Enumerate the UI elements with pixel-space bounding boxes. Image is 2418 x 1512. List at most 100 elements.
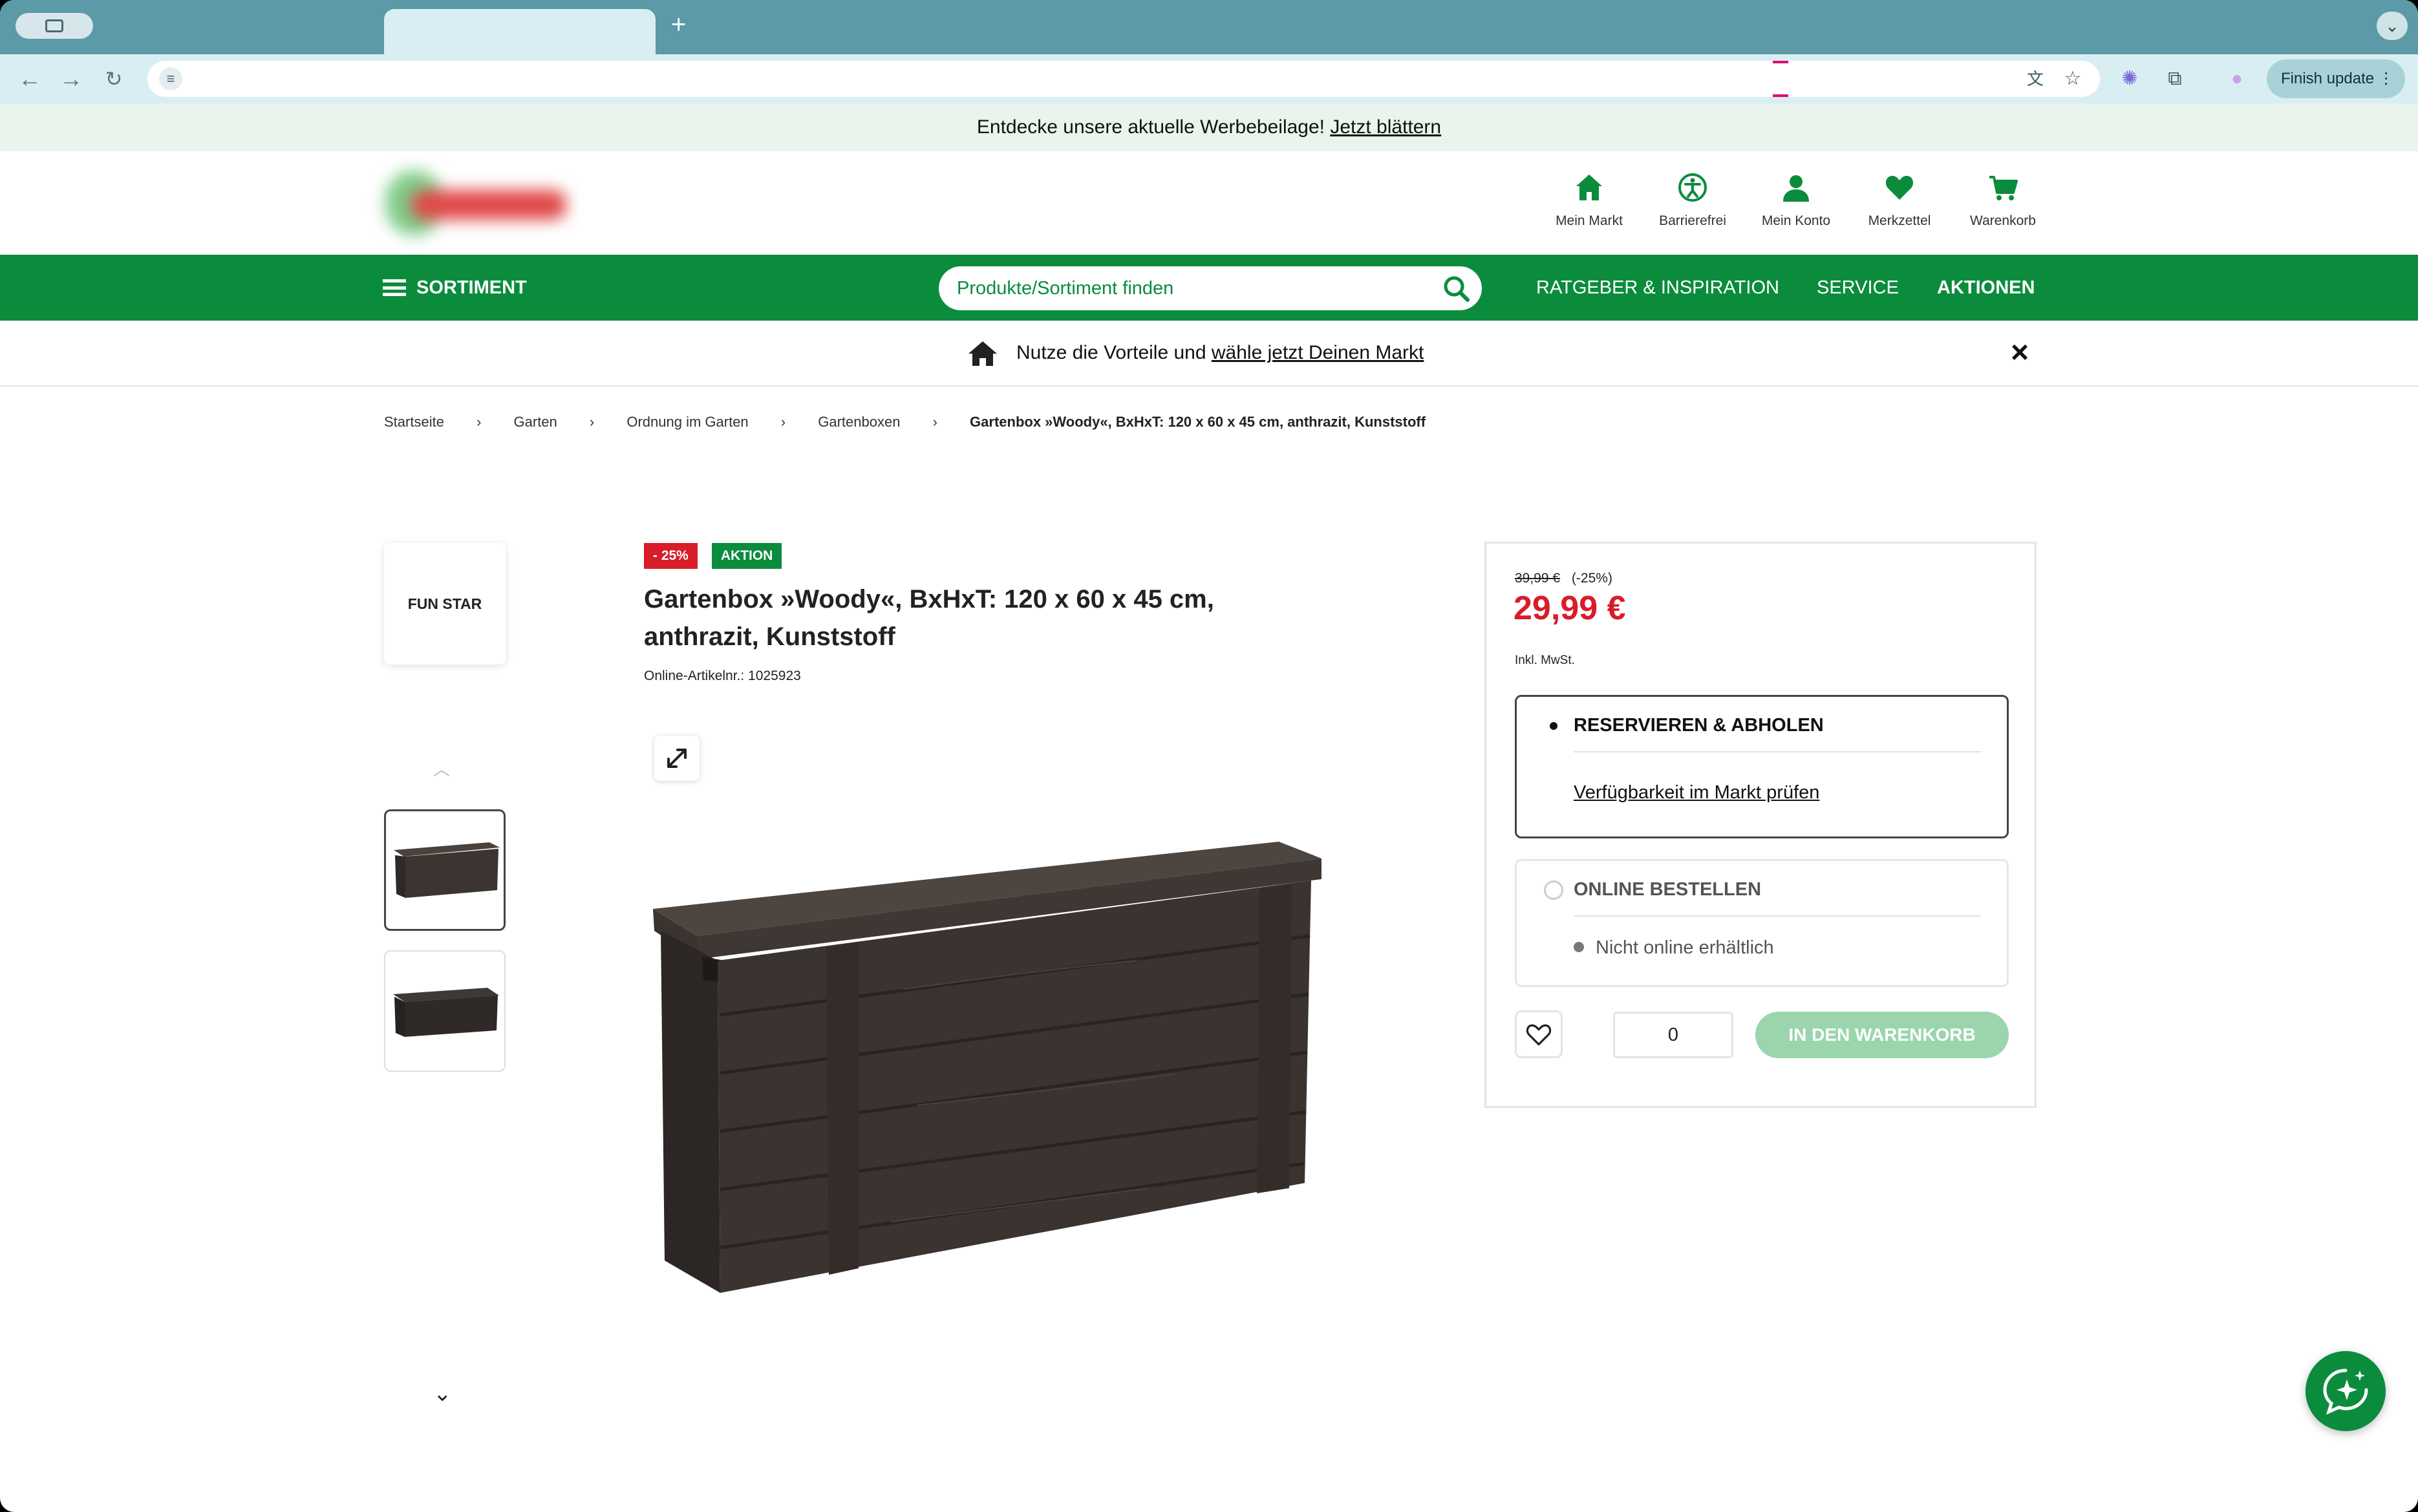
extensions-puzzle-icon[interactable]: ⧉ <box>2159 63 2190 94</box>
browser-toolbar: ← → ↻ ≡ 文 ☆ ✺ ⧉ ● Finish update ⋮ <box>0 54 2418 103</box>
header-label: Barrierefrei <box>1659 213 1726 228</box>
tab-search-button[interactable] <box>16 13 93 39</box>
thumbnail-1[interactable] <box>384 809 506 931</box>
hamburger-icon <box>383 279 406 296</box>
vat-note: Inkl. MwSt. <box>1515 654 1575 667</box>
home-icon <box>968 341 997 366</box>
check-availability-link[interactable]: Verfügbarkeit im Markt prüfen <box>1574 782 1819 804</box>
header-label: Mein Markt <box>1556 213 1623 228</box>
header-label: Merkzettel <box>1868 213 1931 228</box>
choose-market-link[interactable]: wähle jetzt Deinen Markt <box>1212 342 1424 363</box>
discount-badge: - 25% <box>644 543 698 569</box>
browser-window: + ⌄ ← → ↻ ≡ 文 ☆ ✺ ⧉ ● Finish update ⋮ En… <box>0 0 2418 1512</box>
finish-update-button[interactable]: Finish update ⋮ <box>2267 59 2405 98</box>
search-box <box>939 266 1482 310</box>
buy-box: 39,99 € (-25%) 29,99 € Inkl. MwSt. RESER… <box>1484 542 2037 1108</box>
online-status-text: Nicht online erhältlich <box>1596 937 1774 958</box>
breadcrumb-item[interactable]: Startseite <box>384 414 444 431</box>
market-selection-bar: Nutze die Vorteile und wähle jetzt Deine… <box>0 321 2418 387</box>
market-hint: Nutze die Vorteile und wähle jetzt Deine… <box>1016 321 1424 387</box>
nav-service[interactable]: SERVICE <box>1817 255 1899 321</box>
promo-bar: Entdecke unsere aktuelle Werbebeilage! J… <box>0 103 2418 151</box>
sparkle-chat-icon <box>2323 1368 2368 1415</box>
heart-outline-icon <box>1526 1024 1552 1046</box>
header-merkzettel[interactable]: Merkzettel <box>1848 172 1951 229</box>
browser-tab-bar: + ⌄ <box>0 0 2418 54</box>
site-header: Mein Markt Barrierefrei Mein Konto Merkz… <box>0 151 2418 255</box>
accessibility-icon <box>1678 173 1707 202</box>
discount-percent: (-25%) <box>1571 571 1612 586</box>
user-icon <box>1783 175 1809 202</box>
header-mein-konto[interactable]: Mein Konto <box>1744 172 1848 229</box>
sortiment-menu-button[interactable]: SORTIMENT <box>383 255 527 321</box>
market-hint-text: Nutze die Vorteile und <box>1016 342 1206 363</box>
address-marker-top <box>1773 61 1788 63</box>
current-price: 29,99 € <box>1514 590 1626 627</box>
back-arrow-icon[interactable]: ← <box>14 63 45 94</box>
profile-avatar-icon[interactable]: ● <box>2221 63 2252 94</box>
cart-icon <box>1989 176 2018 200</box>
header-label: Warenkorb <box>1970 213 2036 228</box>
radio-unselected[interactable] <box>1544 880 1563 900</box>
chevron-right-icon: › <box>932 414 937 430</box>
search-input[interactable] <box>957 273 1422 304</box>
add-to-cart-button[interactable]: IN DEN WARENKORB <box>1755 1012 2009 1058</box>
address-marker-bottom <box>1773 94 1788 97</box>
add-to-wishlist-button[interactable] <box>1515 1010 1563 1058</box>
option-online-order[interactable]: ONLINE BESTELLEN Nicht online erhältlich <box>1515 859 2009 987</box>
old-price: 39,99 € <box>1515 571 1561 586</box>
header-warenkorb[interactable]: Warenkorb <box>1951 172 2055 229</box>
fullscreen-button[interactable] <box>654 736 700 781</box>
address-bar[interactable]: ≡ <box>147 61 2100 97</box>
heart-icon <box>1885 176 1914 200</box>
home-icon <box>1576 175 1602 200</box>
assistant-button[interactable] <box>2306 1351 2386 1431</box>
old-price-line: 39,99 € (-25%) <box>1515 571 1612 586</box>
extension-icon[interactable]: ✺ <box>2114 63 2145 94</box>
option-reserve-title: RESERVIEREN & ABHOLEN <box>1574 715 1824 736</box>
expand-arrows-icon <box>667 749 687 768</box>
close-icon[interactable]: × <box>2004 337 2035 368</box>
search-icon[interactable] <box>1442 274 1470 303</box>
tab-search-icon <box>45 19 63 32</box>
forward-arrow-icon[interactable]: → <box>56 63 87 94</box>
quantity-input[interactable] <box>1613 1012 1733 1058</box>
header-barrierefrei[interactable]: Barrierefrei <box>1641 172 1744 229</box>
breadcrumb-item[interactable]: Garten <box>514 414 557 431</box>
site-logo[interactable] <box>385 171 573 242</box>
gartenbox-thumbnail-image <box>393 988 499 1037</box>
online-status: Nicht online erhältlich <box>1574 937 1774 959</box>
option-divider <box>1574 915 1981 917</box>
chevron-right-icon: › <box>589 414 595 430</box>
brand-tile[interactable]: FUN STAR <box>384 543 506 665</box>
option-online-title: ONLINE BESTELLEN <box>1574 879 1762 900</box>
reload-icon[interactable]: ↻ <box>98 63 129 94</box>
promo-link[interactable]: Jetzt blättern <box>1330 116 1441 138</box>
header-mein-markt[interactable]: Mein Markt <box>1537 172 1641 229</box>
option-reserve-pickup[interactable]: RESERVIEREN & ABHOLEN Verfügbarkeit im M… <box>1515 695 2009 838</box>
chevron-right-icon: › <box>476 414 482 430</box>
nav-ratgeber[interactable]: RATGEBER & INSPIRATION <box>1536 255 1779 321</box>
breadcrumb-item[interactable]: Ordnung im Garten <box>626 414 748 431</box>
gartenbox-thumbnail-image <box>394 842 500 898</box>
product-badges: - 25% AKTION <box>644 543 796 569</box>
status-dot-icon <box>1574 942 1584 952</box>
product-main-image <box>653 842 1321 1293</box>
chevron-down-icon[interactable]: ⌄ <box>433 1381 452 1407</box>
radio-selected[interactable] <box>1544 716 1563 736</box>
breadcrumb-current: Gartenbox »Woody«, BxHxT: 120 x 60 x 45 … <box>970 414 1426 430</box>
breadcrumb: Startseite › Garten › Ordnung im Garten … <box>384 414 1426 431</box>
breadcrumb-item[interactable]: Gartenboxen <box>818 414 900 431</box>
sortiment-label: SORTIMENT <box>416 277 527 298</box>
article-number: Online-Artikelnr.: 1025923 <box>644 668 801 683</box>
nav-aktionen[interactable]: AKTIONEN <box>1937 255 2035 321</box>
site-settings-icon[interactable]: ≡ <box>159 67 182 91</box>
browser-tab-active[interactable] <box>384 9 656 54</box>
new-tab-button[interactable]: + <box>671 10 686 39</box>
bookmark-star-icon[interactable]: ☆ <box>2057 63 2088 94</box>
thumbnail-2[interactable] <box>384 950 506 1072</box>
tab-list-chevron-icon[interactable]: ⌄ <box>2377 12 2408 40</box>
main-navbar: SORTIMENT RATGEBER & INSPIRATION SERVICE… <box>0 255 2418 321</box>
translate-icon[interactable]: 文 <box>2020 63 2051 94</box>
chevron-up-icon[interactable]: ︿ <box>433 756 450 780</box>
